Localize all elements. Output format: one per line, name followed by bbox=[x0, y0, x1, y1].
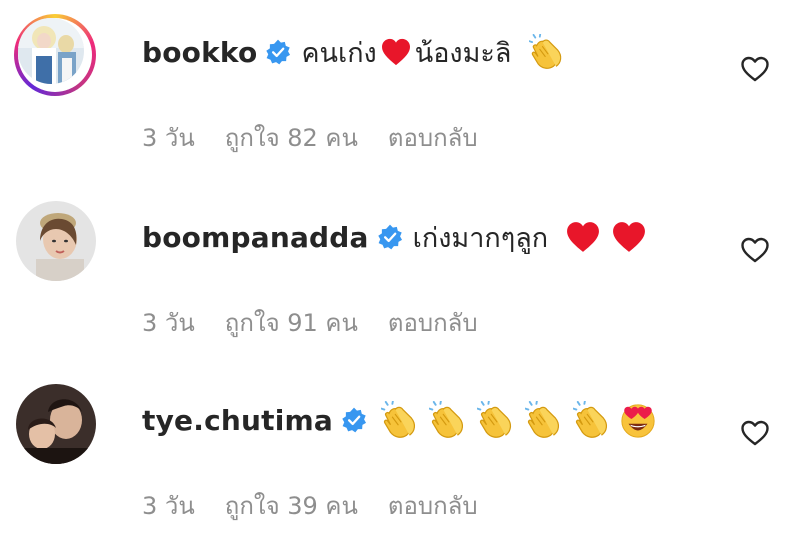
comment-item: boompanadda เก่งมากๆลูก 3 วัน ถูกใจ 91 ค… bbox=[0, 185, 800, 360]
comment-item: bookko คนเก่ง น้องมะลิ 3 วัน ถูกใจ 82 คน… bbox=[0, 0, 800, 175]
red-heart-emoji bbox=[381, 38, 411, 66]
avatar[interactable] bbox=[16, 201, 96, 281]
comment-time: 3 วัน bbox=[142, 309, 195, 337]
clapping-hands-emoji bbox=[525, 401, 563, 439]
verified-badge-icon bbox=[377, 224, 403, 250]
comment-text: คนเก่ง น้องมะลิ bbox=[301, 31, 569, 74]
reply-button[interactable]: ตอบกลับ bbox=[388, 118, 478, 157]
clapping-hands-emoji bbox=[573, 401, 611, 439]
verified-badge-icon bbox=[341, 407, 367, 433]
red-heart-emoji bbox=[612, 221, 646, 253]
like-heart-icon[interactable] bbox=[740, 235, 770, 265]
avatar-photo bbox=[16, 384, 96, 464]
clapping-hands-emoji bbox=[381, 401, 419, 439]
like-count[interactable]: ถูกใจ 91 คน bbox=[225, 303, 358, 342]
comment-time: 3 วัน bbox=[142, 124, 195, 152]
comment-text: เก่งมากๆลูก bbox=[413, 216, 650, 259]
like-heart-icon[interactable] bbox=[740, 418, 770, 448]
clapping-hands-emoji bbox=[477, 401, 515, 439]
comment-time: 3 วัน bbox=[142, 492, 195, 520]
like-count[interactable]: ถูกใจ 82 คน bbox=[225, 118, 358, 157]
avatar-photo bbox=[18, 18, 84, 84]
verified-badge-icon bbox=[265, 39, 291, 65]
like-count[interactable]: ถูกใจ 39 คน bbox=[225, 486, 358, 525]
avatar[interactable] bbox=[16, 384, 96, 464]
clapping-hands-emoji bbox=[429, 401, 467, 439]
reply-button[interactable]: ตอบกลับ bbox=[388, 486, 478, 525]
avatar[interactable] bbox=[14, 14, 96, 96]
username[interactable]: boompanadda bbox=[142, 221, 369, 254]
heart-eyes-emoji bbox=[619, 401, 657, 439]
like-heart-icon[interactable] bbox=[740, 54, 770, 84]
username[interactable]: tye.chutima bbox=[142, 404, 333, 437]
clapping-hands-emoji bbox=[529, 34, 565, 70]
avatar-photo bbox=[16, 201, 96, 281]
red-heart-emoji bbox=[566, 221, 600, 253]
reply-button[interactable]: ตอบกลับ bbox=[388, 303, 478, 342]
comment-item: tye.chutima 3 วัน ถูกใจ 39 คน ตอบกลับ bbox=[0, 368, 800, 543]
comment-text bbox=[381, 401, 657, 439]
username[interactable]: bookko bbox=[142, 36, 257, 69]
